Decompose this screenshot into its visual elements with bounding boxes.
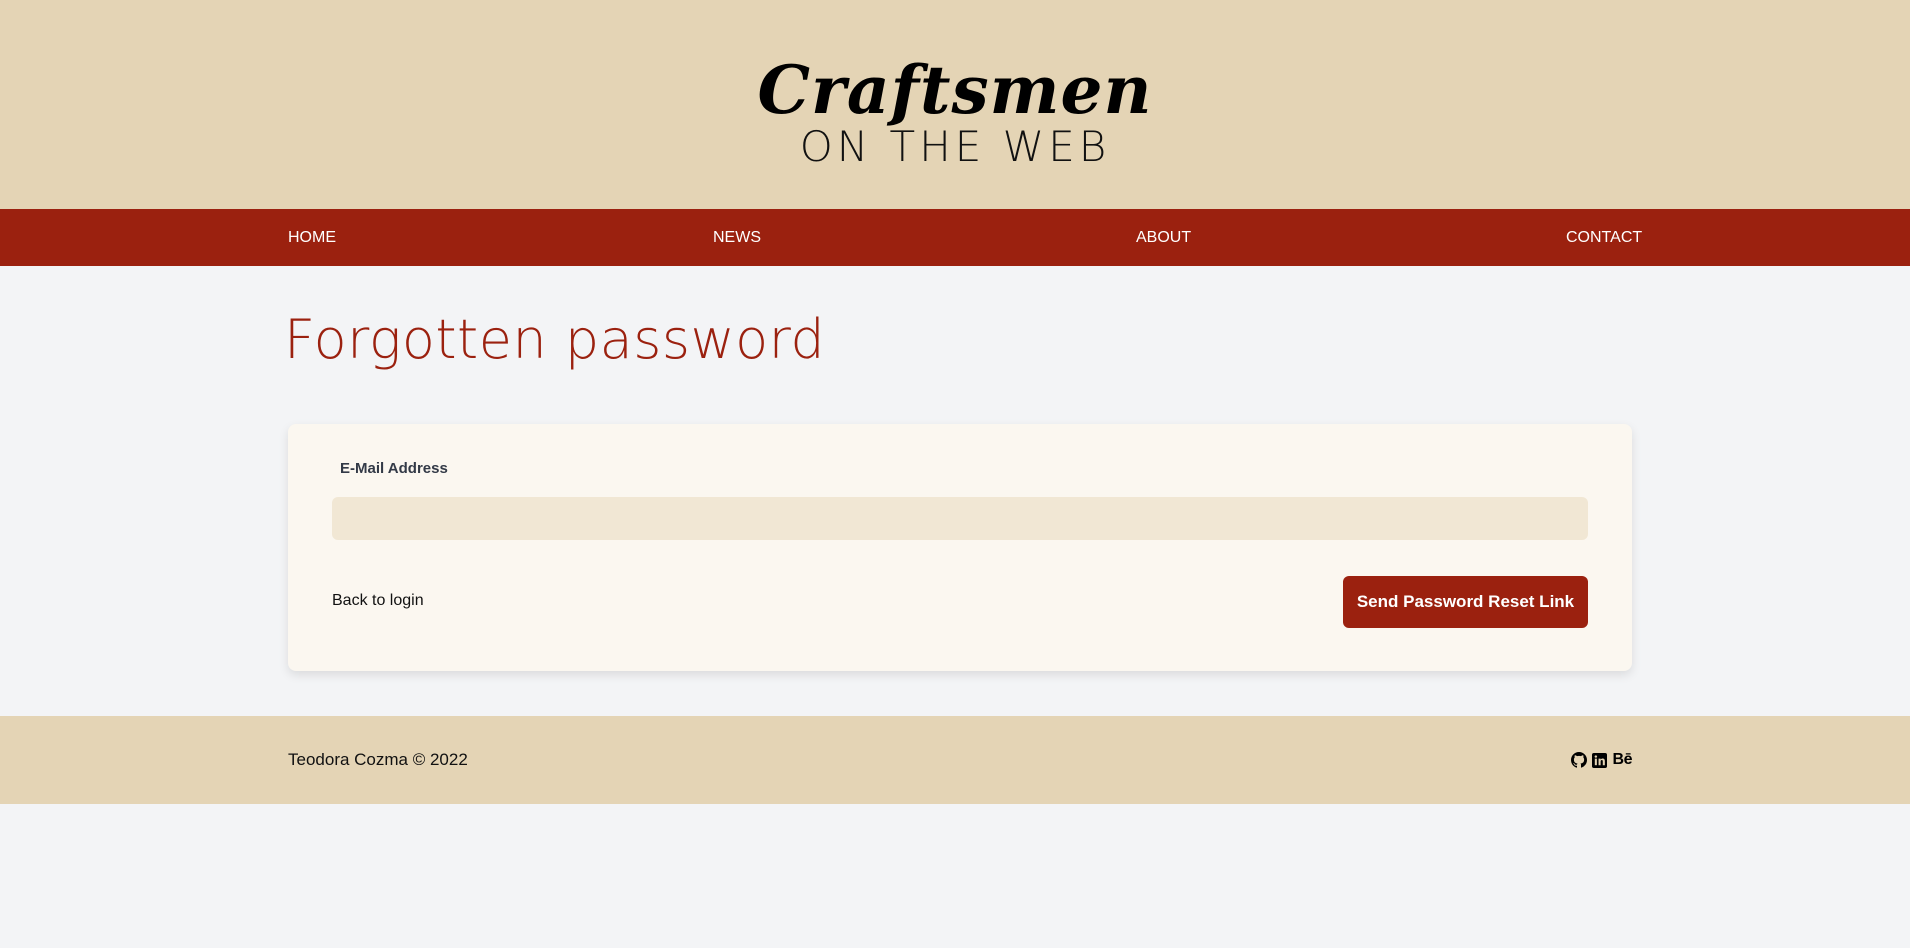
nav-item-contact[interactable]: CONTACT	[1566, 209, 1642, 266]
nav-item-home[interactable]: HOME	[288, 209, 336, 266]
logo-sub-text: ON THE WEB	[799, 122, 1111, 171]
github-icon[interactable]	[1570, 752, 1587, 768]
logo-main-text: Craftsmen	[757, 51, 1153, 129]
email-field[interactable]	[332, 497, 1588, 540]
main-nav: HOME NEWS ABOUT CONTACT	[0, 209, 1910, 266]
nav-item-about[interactable]: ABOUT	[1136, 209, 1191, 266]
send-reset-link-button[interactable]: Send Password Reset Link	[1343, 576, 1588, 628]
page-title: Forgotten password	[284, 308, 826, 371]
social-links: Bē	[1570, 716, 1633, 804]
site-header: Craftsmen ON THE WEB	[0, 0, 1910, 209]
back-to-login-link[interactable]: Back to login	[332, 592, 424, 610]
site-logo[interactable]: Craftsmen ON THE WEB	[0, 50, 1910, 170]
footer-copyright: Teodora Cozma © 2022	[288, 750, 468, 769]
site-footer: Teodora Cozma © 2022 Bē	[0, 716, 1910, 804]
behance-icon[interactable]: Bē	[1613, 751, 1633, 768]
linkedin-icon[interactable]	[1592, 752, 1608, 768]
email-label: E-Mail Address	[340, 460, 448, 477]
nav-item-news[interactable]: NEWS	[713, 209, 761, 266]
password-reset-form: E-Mail Address Back to login Send Passwo…	[288, 424, 1632, 671]
